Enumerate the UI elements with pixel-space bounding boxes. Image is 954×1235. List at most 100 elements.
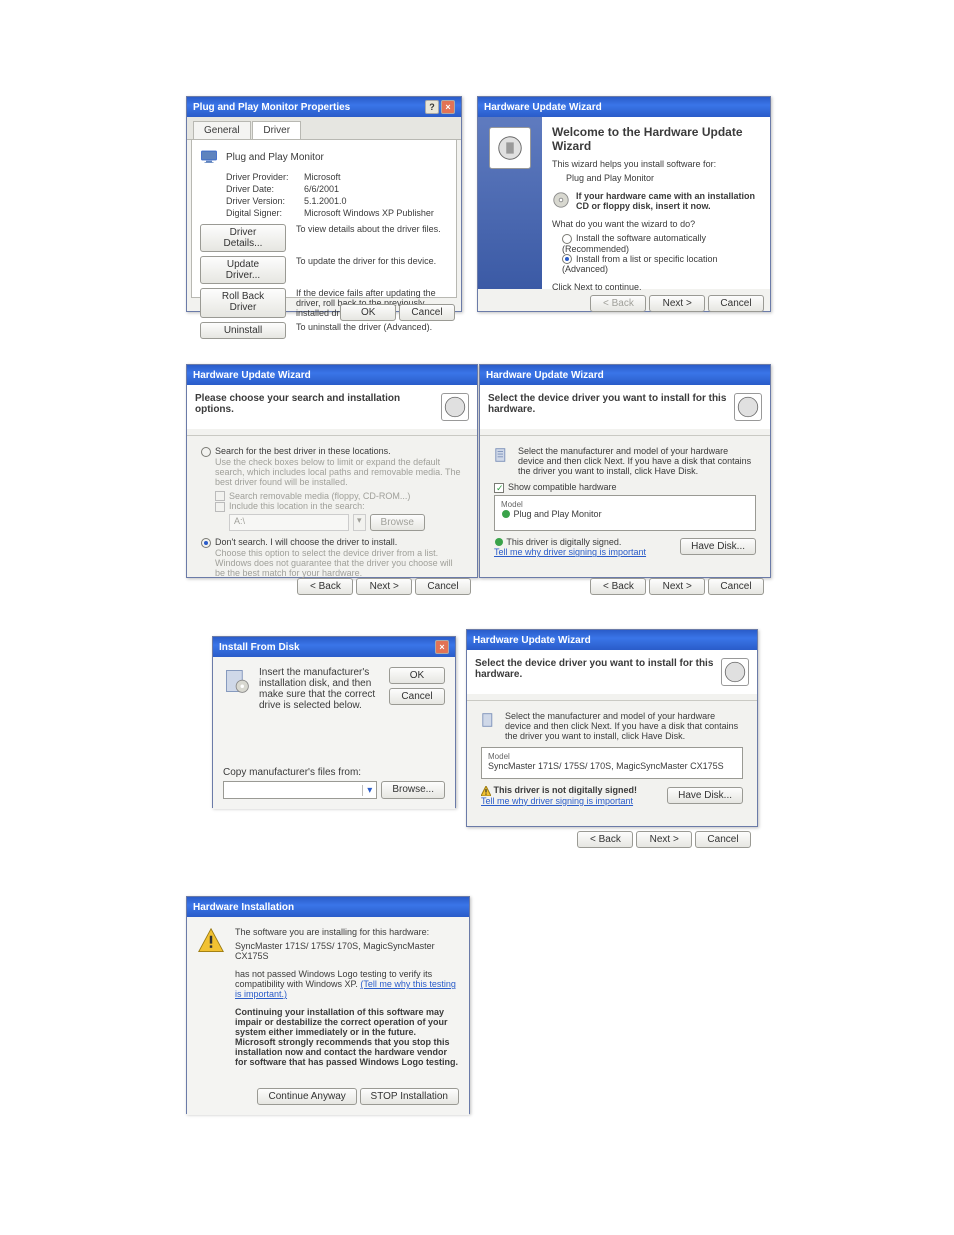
installing-line: The software you are installing for this… bbox=[235, 927, 459, 937]
device-name: SyncMaster 171S/ 175S/ 170S, MagicSyncMa… bbox=[235, 941, 459, 961]
cancel-button[interactable]: Cancel bbox=[695, 831, 751, 848]
provider-value: Microsoft bbox=[304, 172, 341, 182]
wizard-header: Please choose your search and installati… bbox=[195, 393, 441, 415]
check-include-location: Include this location in the search: bbox=[215, 501, 463, 512]
continue-text: Click Next to continue. bbox=[552, 282, 760, 292]
wizard-header: Select the device driver you want to ins… bbox=[488, 393, 734, 415]
install-disk-message: Insert the manufacturer's installation d… bbox=[259, 667, 381, 711]
signing-important-link[interactable]: Tell me why driver signing is important bbox=[494, 547, 646, 557]
path-input: A:\ bbox=[229, 514, 349, 531]
back-button[interactable]: < Back bbox=[590, 578, 646, 595]
check-removable: Search removable media (floppy, CD-ROM..… bbox=[215, 491, 463, 502]
tab-driver[interactable]: Driver bbox=[252, 121, 301, 139]
wizard-icon bbox=[441, 393, 469, 421]
back-button[interactable]: < Back bbox=[297, 578, 353, 595]
cd-note: If your hardware came with an installati… bbox=[576, 191, 760, 211]
tab-strip: General Driver bbox=[187, 117, 461, 140]
device-heading: Plug and Play Monitor bbox=[226, 152, 324, 163]
welcome-heading: Welcome to the Hardware Update Wizard bbox=[552, 125, 760, 153]
radio-advanced[interactable]: Install from a list or specific location… bbox=[562, 254, 760, 275]
list-item[interactable]: Plug and Play Monitor bbox=[501, 509, 749, 520]
signing-important-link[interactable]: Tell me why driver signing is important bbox=[481, 796, 637, 806]
cancel-button[interactable]: Cancel bbox=[389, 688, 445, 705]
hardware-wizard-search: Hardware Update Wizard Please choose you… bbox=[186, 364, 478, 578]
window-title: Install From Disk bbox=[219, 642, 300, 653]
check-show-compatible[interactable]: ✓Show compatible hardware bbox=[494, 482, 756, 493]
hardware-wizard-select-driver: Hardware Update Wizard Select the device… bbox=[479, 364, 771, 578]
update-driver-desc: To update the driver for this device. bbox=[296, 256, 448, 284]
list-item[interactable]: SyncMaster 171S/ 175S/ 170S, MagicSyncMa… bbox=[488, 761, 736, 771]
driver-details-desc: To view details about the driver files. bbox=[296, 224, 448, 252]
next-button[interactable]: Next > bbox=[636, 831, 692, 848]
cancel-button[interactable]: Cancel bbox=[708, 295, 764, 312]
rollback-driver-button[interactable]: Roll Back Driver bbox=[200, 288, 286, 318]
title-bar: Plug and Play Monitor Properties ? × bbox=[187, 97, 461, 117]
close-icon[interactable]: × bbox=[435, 640, 449, 654]
model-column-header: Model bbox=[488, 752, 736, 761]
provider-label: Driver Provider: bbox=[226, 172, 304, 182]
opt1-description: Use the check boxes below to limit or ex… bbox=[215, 457, 463, 487]
welcome-intro: This wizard helps you install software f… bbox=[552, 159, 760, 169]
hardware-wizard-select-driver-2: Hardware Update Wizard Select the device… bbox=[466, 629, 758, 827]
window-title: Hardware Update Wizard bbox=[484, 102, 602, 113]
browse-button[interactable]: Browse... bbox=[381, 781, 445, 799]
back-button[interactable]: < Back bbox=[590, 295, 646, 312]
cancel-button[interactable]: Cancel bbox=[399, 304, 455, 321]
update-driver-button[interactable]: Update Driver... bbox=[200, 256, 286, 284]
signed-icon bbox=[494, 537, 504, 547]
have-disk-button[interactable]: Have Disk... bbox=[667, 787, 743, 804]
window-title: Hardware Installation bbox=[193, 902, 294, 913]
signed-text: This driver is digitally signed. bbox=[494, 537, 646, 548]
browse-button: Browse bbox=[370, 514, 425, 531]
cd-icon bbox=[552, 191, 570, 209]
ok-button[interactable]: OK bbox=[340, 304, 396, 321]
date-value: 6/6/2001 bbox=[304, 184, 339, 194]
tab-general[interactable]: General bbox=[193, 121, 251, 139]
next-button[interactable]: Next > bbox=[649, 578, 705, 595]
device-name: Plug and Play Monitor bbox=[566, 173, 760, 183]
radio-search-locations[interactable]: Search for the best driver in these loca… bbox=[201, 446, 463, 457]
version-label: Driver Version: bbox=[226, 196, 304, 206]
hardware-installation-dialog: Hardware Installation The software you a… bbox=[186, 896, 470, 1114]
next-button[interactable]: Next > bbox=[356, 578, 412, 595]
continue-anyway-button[interactable]: Continue Anyway bbox=[257, 1088, 356, 1105]
cancel-button[interactable]: Cancel bbox=[415, 578, 471, 595]
have-disk-button[interactable]: Have Disk... bbox=[680, 538, 756, 555]
install-from-disk-dialog: Install From Disk × Insert the manufactu… bbox=[212, 636, 456, 808]
title-bar: Hardware Update Wizard bbox=[478, 97, 770, 117]
window-title: Plug and Play Monitor Properties bbox=[193, 102, 350, 113]
title-bar: Hardware Installation bbox=[187, 897, 469, 917]
radio-dont-search[interactable]: Don't search. I will choose the driver t… bbox=[201, 537, 463, 548]
uninstall-button[interactable]: Uninstall bbox=[200, 322, 286, 339]
hardware-wizard-welcome: Hardware Update Wizard Welcome to the Ha… bbox=[477, 96, 771, 312]
next-button[interactable]: Next > bbox=[649, 295, 705, 312]
window-title: Hardware Update Wizard bbox=[473, 635, 591, 646]
uninstall-desc: To uninstall the driver (Advanced). bbox=[296, 322, 448, 339]
stop-installation-button[interactable]: STOP Installation bbox=[360, 1088, 459, 1105]
cancel-button[interactable]: Cancel bbox=[708, 578, 764, 595]
wizard-icon bbox=[734, 393, 762, 421]
path-combo[interactable]: ▾ bbox=[223, 781, 377, 799]
warning-icon bbox=[197, 927, 225, 955]
chevron-down-icon[interactable]: ▾ bbox=[362, 785, 376, 796]
window-title: Hardware Update Wizard bbox=[486, 370, 604, 381]
back-button[interactable]: < Back bbox=[577, 831, 633, 848]
unsigned-text: This driver is not digitally signed! bbox=[481, 785, 637, 796]
ok-button[interactable]: OK bbox=[389, 667, 445, 684]
date-label: Driver Date: bbox=[226, 184, 304, 194]
instruction-text: Select the manufacturer and model of you… bbox=[505, 711, 743, 741]
install-icon bbox=[481, 711, 499, 729]
driver-details-button[interactable]: Driver Details... bbox=[200, 224, 286, 252]
title-bar: Hardware Update Wizard bbox=[480, 365, 770, 385]
wizard-question: What do you want the wizard to do? bbox=[552, 219, 760, 229]
chevron-down-icon: ▾ bbox=[353, 514, 366, 531]
signer-value: Microsoft Windows XP Publisher bbox=[304, 208, 434, 218]
help-icon[interactable]: ? bbox=[425, 100, 439, 114]
radio-auto[interactable]: Install the software automatically (Reco… bbox=[562, 233, 760, 254]
title-bar: Install From Disk × bbox=[213, 637, 455, 657]
wizard-icon bbox=[489, 127, 531, 169]
close-icon[interactable]: × bbox=[441, 100, 455, 114]
driver-properties-dialog: Plug and Play Monitor Properties ? × Gen… bbox=[186, 96, 462, 312]
signed-icon bbox=[501, 509, 511, 519]
version-value: 5.1.2001.0 bbox=[304, 196, 347, 206]
